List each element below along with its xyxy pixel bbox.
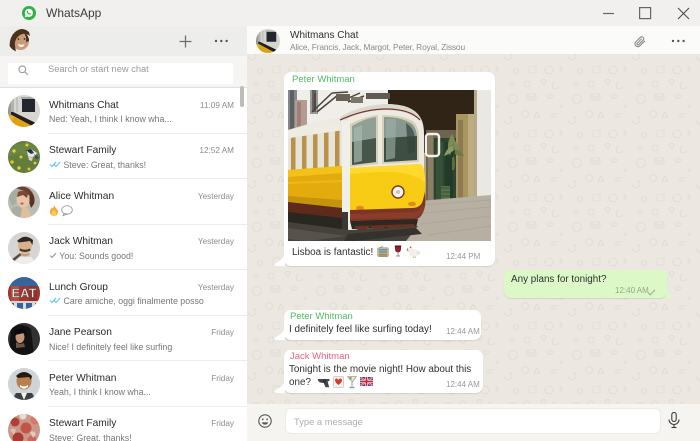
svg-text:EAT: EAT: [11, 286, 36, 301]
